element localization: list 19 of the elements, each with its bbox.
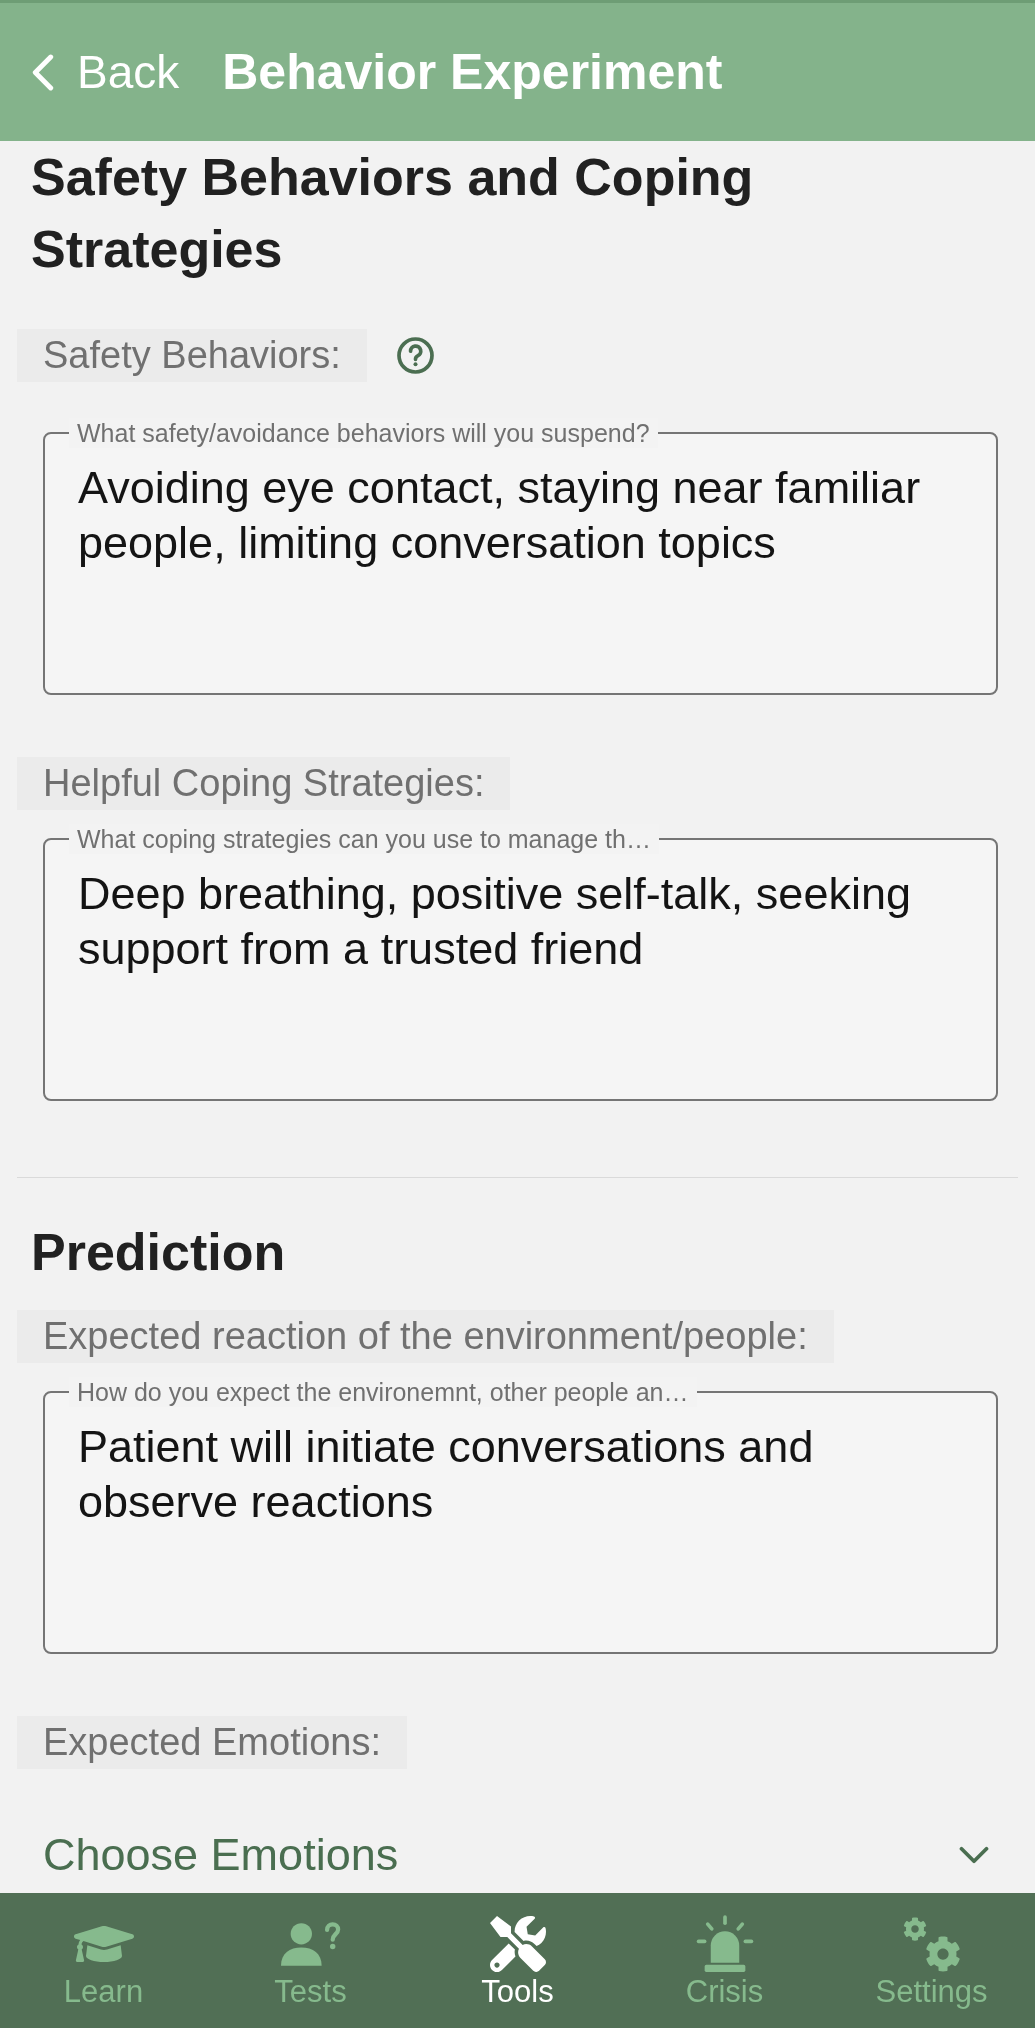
section-heading: Safety Behaviors and Coping Strategies [30,147,755,280]
field-value: Deep breathing, positive self-talk, seeking support from a trusted friend [78,867,912,976]
field-value: Patient will initiate conversations and observe reactions [78,1420,815,1529]
screen-title: Behavior Experiment [222,43,723,102]
person-question-icon [279,1922,342,1966]
siren-icon [695,1915,754,1973]
question-label: Safety Behaviors: [17,329,367,382]
help-icon[interactable] [396,337,434,374]
question-label: Expected reaction of the environment/people: [17,1310,834,1363]
chevron-down-icon [959,1846,989,1864]
chevron-left-icon [32,53,54,91]
field-value: Avoiding eye contact, staying near familiar people, limiting conversation topics [78,461,922,570]
gears-icon [902,1916,961,1972]
question-label: Helpful Coping Strategies: [17,757,511,810]
section-heading: Prediction [30,1222,287,1283]
tools-icon [489,1916,546,1972]
emotions-dropdown[interactable]: Choose Emotions [43,1825,989,1885]
question-label: Expected Emotions: [17,1716,407,1769]
nav-tab[interactable]: Tools [414,1893,621,2028]
